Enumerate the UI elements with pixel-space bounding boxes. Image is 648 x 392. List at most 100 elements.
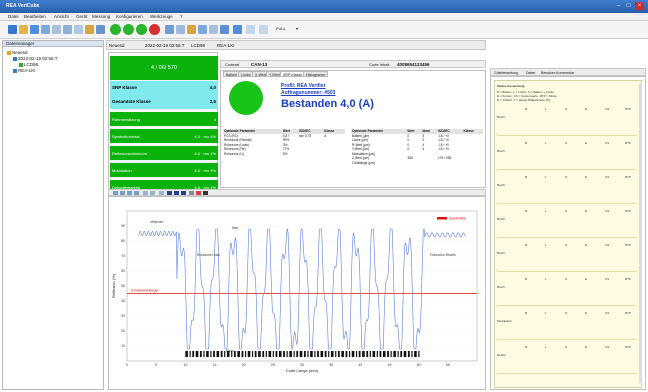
row-divider bbox=[497, 169, 637, 170]
open-folder-icon[interactable] bbox=[19, 25, 28, 34]
window-title: REA VeriCube bbox=[6, 3, 40, 9]
chart-tool-icon[interactable] bbox=[203, 191, 208, 195]
layout-icon[interactable] bbox=[259, 25, 268, 34]
grading-cell: S bbox=[565, 107, 568, 111]
tree-item-rea[interactable]: REA-LKI bbox=[13, 68, 36, 73]
menu-datei[interactable]: Datei bbox=[8, 14, 19, 19]
table-row: Codelänge (µm) bbox=[352, 160, 375, 165]
save-icon[interactable] bbox=[30, 25, 39, 34]
profile-link[interactable]: Profil: REA Verifier bbox=[281, 83, 326, 89]
barcode-bar bbox=[379, 351, 382, 357]
grading-cell: L bbox=[545, 243, 547, 247]
grading-cell: RTP bbox=[625, 277, 631, 281]
grading-cell: S bbox=[565, 209, 568, 213]
job-link[interactable]: Auftragsnummer: #503 bbox=[281, 90, 335, 96]
grading-cell: L bbox=[545, 311, 547, 315]
maximize-button[interactable]: □ bbox=[624, 2, 633, 10]
grading-cell: CS bbox=[605, 277, 610, 281]
close-button[interactable]: × bbox=[635, 2, 644, 10]
barcode-bar bbox=[403, 351, 407, 357]
menu-help[interactable]: ? bbox=[180, 14, 183, 19]
barcode-bar bbox=[390, 351, 392, 357]
folder-icon[interactable] bbox=[187, 25, 196, 34]
record-icon[interactable] bbox=[136, 24, 147, 35]
print-icon[interactable] bbox=[41, 25, 50, 34]
tree-item-session[interactable]: 2022-02-19 02:56:T bbox=[13, 56, 58, 61]
menu-geraet[interactable]: Gerät bbox=[76, 14, 87, 19]
barcode-bar bbox=[366, 351, 369, 357]
barcode-bar bbox=[307, 351, 309, 357]
chart-tool-icon[interactable] bbox=[120, 191, 125, 195]
tab-daten[interactable]: Daten bbox=[526, 71, 535, 75]
menu-messung[interactable]: Messung bbox=[92, 14, 110, 19]
zoom-select[interactable]: FULL bbox=[276, 26, 286, 31]
barcode-bar bbox=[397, 351, 399, 357]
grading-cell: B bbox=[525, 311, 528, 315]
chart-tool-icon[interactable] bbox=[127, 191, 132, 195]
grading-cell: B bbox=[525, 141, 528, 145]
barcode-bar bbox=[241, 351, 244, 357]
barcode-bar bbox=[293, 351, 295, 357]
barcode-bar bbox=[251, 351, 254, 357]
x-tick-label: 15 bbox=[213, 363, 217, 367]
grading-detail-content: Status-Auswertung B = Balken, L = Lücke,… bbox=[494, 80, 642, 388]
step-icon[interactable] bbox=[123, 24, 134, 35]
report-icon[interactable] bbox=[74, 25, 83, 34]
tree-item-lcd[interactable]: LCD98 bbox=[19, 62, 38, 67]
scrollbar[interactable] bbox=[639, 83, 642, 383]
export-icon[interactable] bbox=[85, 25, 94, 34]
chart-tool-icon[interactable] bbox=[113, 191, 118, 195]
menu-bearbeiten[interactable]: Bearbeiten bbox=[24, 14, 46, 19]
barcode-bar bbox=[199, 351, 202, 357]
stop-icon[interactable] bbox=[149, 24, 160, 35]
play-icon[interactable] bbox=[110, 24, 121, 35]
edit-icon[interactable] bbox=[209, 25, 218, 34]
chevron-down-icon[interactable]: ▾ bbox=[296, 26, 298, 31]
barcode-bar bbox=[348, 351, 351, 357]
grid-icon[interactable] bbox=[165, 25, 174, 34]
chart-tool-icon[interactable] bbox=[150, 191, 155, 195]
grading-section-label: Defekt bbox=[497, 353, 506, 357]
tab-srp-klasse[interactable]: SRP Klasse bbox=[280, 71, 306, 77]
y-tick-label: 80 bbox=[121, 239, 125, 243]
chart-tool-icon[interactable] bbox=[181, 191, 186, 195]
barcode-bar bbox=[382, 351, 386, 357]
barcode-bar bbox=[362, 351, 365, 357]
tab-guetebewertung[interactable]: Gütebewertung bbox=[494, 71, 518, 75]
grading-section-label: Modulation bbox=[497, 319, 512, 323]
chart-icon[interactable] bbox=[198, 25, 207, 34]
grading-section-label: Bruch bbox=[497, 149, 505, 153]
barcode-bar bbox=[314, 351, 316, 357]
chart-tool-icon[interactable] bbox=[174, 191, 179, 195]
new-icon[interactable] bbox=[8, 25, 17, 34]
chart-tool-icon[interactable] bbox=[159, 191, 164, 195]
barcode-bar bbox=[262, 351, 265, 357]
user-icon[interactable] bbox=[176, 25, 185, 34]
menu-ansicht[interactable]: Ansicht bbox=[54, 14, 69, 19]
barcode-bar bbox=[330, 351, 334, 357]
barcode-bar bbox=[289, 351, 292, 357]
search-icon[interactable] bbox=[52, 25, 61, 34]
window-icon[interactable] bbox=[246, 25, 255, 34]
tree-item-root[interactable]: Neuesd bbox=[7, 50, 28, 55]
chart-tool-icon[interactable] bbox=[189, 191, 194, 195]
chart-tool-icon[interactable] bbox=[143, 191, 148, 195]
chart-tool-icon[interactable] bbox=[196, 191, 201, 195]
settings-icon[interactable] bbox=[96, 25, 105, 34]
barcode-bar bbox=[286, 351, 288, 357]
grading-cell: B bbox=[525, 345, 528, 349]
zoom-icon[interactable] bbox=[63, 25, 72, 34]
ruler-icon[interactable] bbox=[233, 25, 242, 34]
tab-kommentar[interactable]: Benutzer-Kommentar bbox=[541, 71, 574, 75]
grading-cell: RTP bbox=[625, 107, 631, 111]
grading-cell: CS bbox=[605, 107, 610, 111]
barcode-bar bbox=[299, 351, 303, 357]
check-icon[interactable] bbox=[220, 25, 229, 34]
minimize-button[interactable]: – bbox=[614, 2, 623, 10]
x-axis-label: Code Länge (mm) bbox=[286, 368, 319, 373]
chart-tool-icon[interactable] bbox=[167, 191, 172, 195]
chart-tool-icon[interactable] bbox=[134, 191, 139, 195]
menu-konfigurieren[interactable]: Konfigurieren bbox=[116, 14, 143, 19]
tab-histogramm[interactable]: Histogramm bbox=[303, 71, 329, 77]
menu-werkzeuge[interactable]: Werkzeuge bbox=[150, 14, 173, 19]
